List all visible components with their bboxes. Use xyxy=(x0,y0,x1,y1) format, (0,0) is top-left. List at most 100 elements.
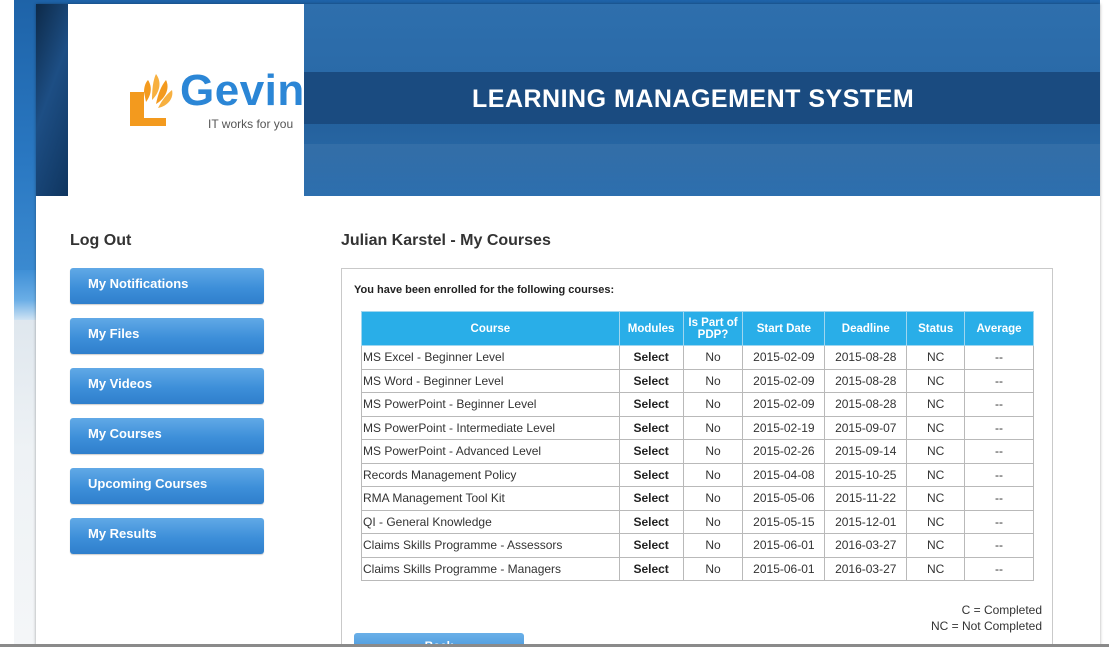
column-header-start-date[interactable]: Start Date xyxy=(742,311,826,346)
pdp-cell: No xyxy=(682,368,744,393)
average-cell: -- xyxy=(964,556,1034,581)
course-name-cell: MS Word - Beginner Level xyxy=(361,368,620,393)
average-cell: -- xyxy=(964,462,1034,487)
status-cell: NC xyxy=(906,368,966,393)
select-modules-link[interactable]: Select xyxy=(618,509,684,534)
select-modules-link[interactable]: Select xyxy=(618,415,684,440)
select-modules-link[interactable]: Select xyxy=(618,556,684,581)
sidebar-item-my-courses[interactable]: My Courses xyxy=(70,418,264,454)
course-name-cell: MS PowerPoint - Intermediate Level xyxy=(361,415,620,440)
average-cell: -- xyxy=(964,486,1034,511)
average-cell: -- xyxy=(964,533,1034,558)
select-modules-link[interactable]: Select xyxy=(618,368,684,393)
start-date-cell: 2015-02-09 xyxy=(742,345,826,370)
table-row: MS PowerPoint - Intermediate Level Select… xyxy=(361,415,1034,440)
status-cell: NC xyxy=(906,392,966,417)
table-row: MS Excel - Beginner Level Select No 2015-02… xyxy=(361,345,1034,370)
header: Gevin IT works for you LEARNING MANAGEME… xyxy=(36,4,1100,196)
start-date-cell: 2015-02-09 xyxy=(742,368,826,393)
start-date-cell: 2015-02-19 xyxy=(742,415,826,440)
table-row: MS Word - Beginner Level Select No 2015-02-… xyxy=(361,368,1034,393)
sidebar-item-my-results[interactable]: My Results xyxy=(70,518,264,554)
sidebar-nav: My Notifications My Files My Videos My C… xyxy=(70,268,264,568)
average-cell: -- xyxy=(964,439,1034,464)
page-title: Julian Karstel - My Courses xyxy=(341,232,551,249)
course-name-cell: RMA Management Tool Kit xyxy=(361,486,620,511)
courses-table: Course Modules Is Part of PDP? Start Dat… xyxy=(361,311,1034,581)
select-modules-link[interactable]: Select xyxy=(618,345,684,370)
status-cell: NC xyxy=(906,556,966,581)
deadline-cell: 2016-03-27 xyxy=(824,556,908,581)
banner-shine xyxy=(304,144,1100,196)
average-cell: -- xyxy=(964,345,1034,370)
pdp-cell: No xyxy=(682,486,744,511)
pdp-cell: No xyxy=(682,533,744,558)
deadline-cell: 2015-08-28 xyxy=(824,368,908,393)
status-cell: NC xyxy=(906,486,966,511)
deadline-cell: 2015-08-28 xyxy=(824,345,908,370)
start-date-cell: 2015-06-01 xyxy=(742,556,826,581)
table-row: Claims Skills Programme - Assessors Selec… xyxy=(361,533,1034,558)
logo-tagline: IT works for you xyxy=(208,117,294,131)
deadline-cell: 2016-03-27 xyxy=(824,533,908,558)
header-stripe xyxy=(36,4,68,196)
status-cell: NC xyxy=(906,462,966,487)
average-cell: -- xyxy=(964,368,1034,393)
legend-not-completed: NC = Not Completed xyxy=(930,619,1042,633)
sidebar-item-my-notifications[interactable]: My Notifications xyxy=(70,268,264,304)
sidebar-item-upcoming-courses[interactable]: Upcoming Courses xyxy=(70,468,264,504)
select-modules-link[interactable]: Select xyxy=(618,533,684,558)
select-modules-link[interactable]: Select xyxy=(618,462,684,487)
column-header-status[interactable]: Status xyxy=(906,311,966,346)
start-date-cell: 2015-05-06 xyxy=(742,486,826,511)
status-cell: NC xyxy=(906,345,966,370)
table-row: RMA Management Tool Kit Select No 2015-05-0… xyxy=(361,486,1034,511)
logo[interactable]: Gevin IT works for you xyxy=(68,4,304,196)
sidebar-item-my-videos[interactable]: My Videos xyxy=(70,368,264,404)
status-cell: NC xyxy=(906,439,966,464)
course-name-cell: MS PowerPoint - Advanced Level xyxy=(361,439,620,464)
table-header-row: Course Modules Is Part of PDP? Start Dat… xyxy=(361,311,1034,346)
column-header-modules[interactable]: Modules xyxy=(618,311,684,346)
pdp-cell: No xyxy=(682,462,744,487)
column-header-deadline[interactable]: Deadline xyxy=(824,311,908,346)
deadline-cell: 2015-08-28 xyxy=(824,392,908,417)
sidebar-item-my-files[interactable]: My Files xyxy=(70,318,264,354)
table-row: MS PowerPoint - Beginner Level Select No 20… xyxy=(361,392,1034,417)
course-name-cell: Claims Skills Programme - Assessors xyxy=(361,533,620,558)
pdp-cell: No xyxy=(682,415,744,440)
status-cell: NC xyxy=(906,509,966,534)
pdp-cell: No xyxy=(682,439,744,464)
deadline-cell: 2015-10-25 xyxy=(824,462,908,487)
course-name-cell: Records Management Policy xyxy=(361,462,620,487)
select-modules-link[interactable]: Select xyxy=(618,392,684,417)
deadline-cell: 2015-12-01 xyxy=(824,509,908,534)
column-header-pdp[interactable]: Is Part of PDP? xyxy=(682,311,744,346)
enrollment-intro: You have been enrolled for the following… xyxy=(354,284,615,296)
main-frame: Gevin IT works for you LEARNING MANAGEME… xyxy=(36,4,1100,647)
course-name-cell: Claims Skills Programme - Managers xyxy=(361,556,620,581)
pdp-cell: No xyxy=(682,345,744,370)
table-row: Records Management Policy Select No 2015-04… xyxy=(361,462,1034,487)
start-date-cell: 2015-04-08 xyxy=(742,462,826,487)
logout-link[interactable]: Log Out xyxy=(70,231,131,251)
table-row: Claims Skills Programme - Managers Select… xyxy=(361,556,1034,581)
select-modules-link[interactable]: Select xyxy=(618,439,684,464)
column-header-average[interactable]: Average xyxy=(964,311,1034,346)
start-date-cell: 2015-02-09 xyxy=(742,392,826,417)
average-cell: -- xyxy=(964,415,1034,440)
column-header-course[interactable]: Course xyxy=(361,311,620,346)
start-date-cell: 2015-05-15 xyxy=(742,509,826,534)
logo-wordmark: Gevin xyxy=(180,66,305,115)
status-cell: NC xyxy=(906,533,966,558)
system-title: LEARNING MANAGEMENT SYSTEM xyxy=(472,85,915,113)
status-cell: NC xyxy=(906,415,966,440)
select-modules-link[interactable]: Select xyxy=(618,486,684,511)
average-cell: -- xyxy=(964,392,1034,417)
page-edge-left xyxy=(0,0,14,647)
start-date-cell: 2015-02-26 xyxy=(742,439,826,464)
legend-completed: C = Completed xyxy=(961,603,1042,617)
course-name-cell: QI - General Knowledge xyxy=(361,509,620,534)
pdp-cell: No xyxy=(682,509,744,534)
course-name-cell: MS Excel - Beginner Level xyxy=(361,345,620,370)
